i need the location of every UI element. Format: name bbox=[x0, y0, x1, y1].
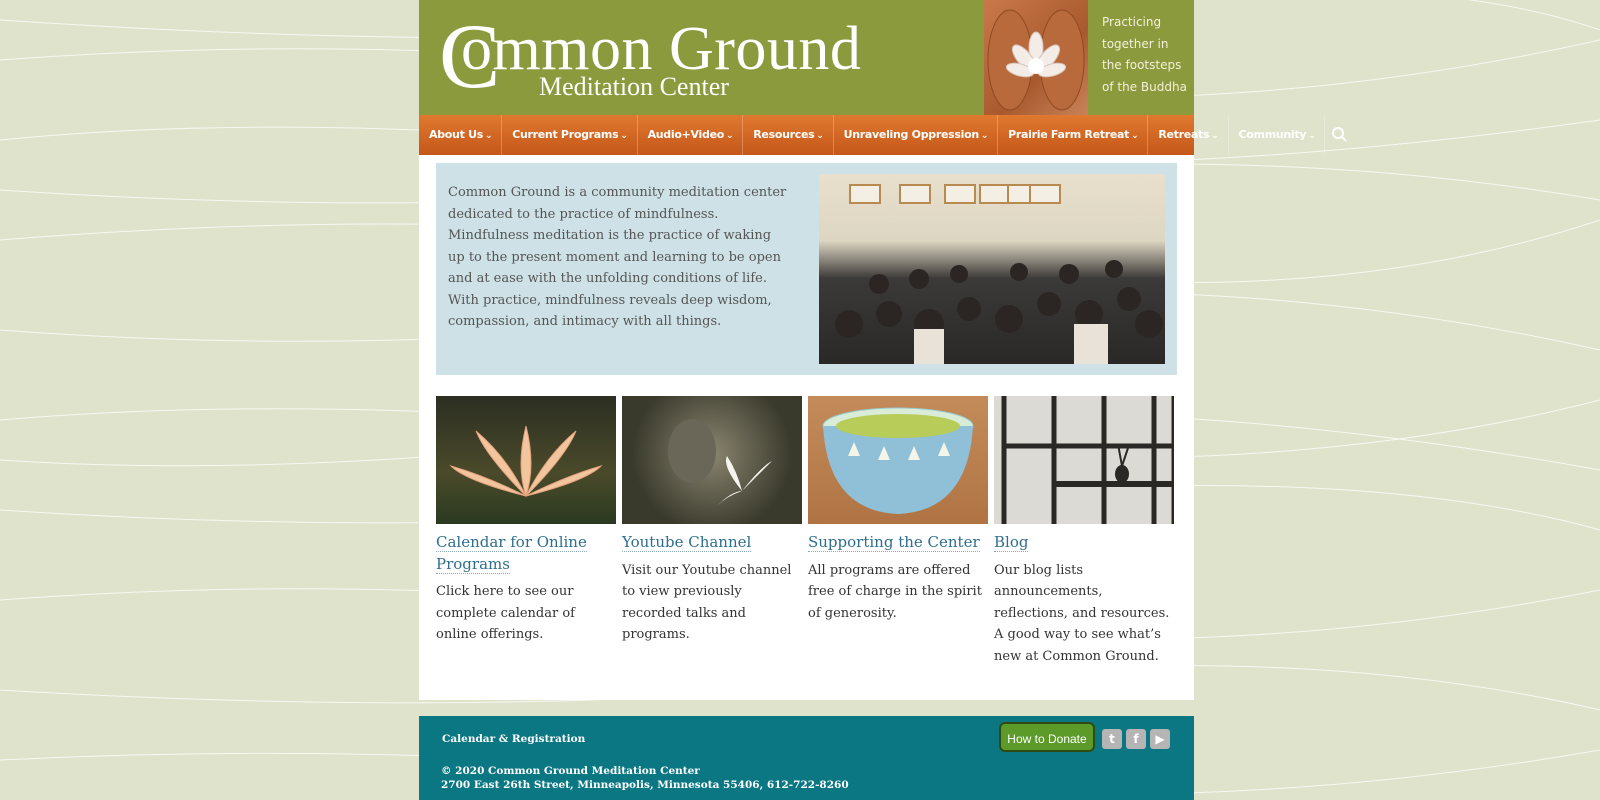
nav-item-resources[interactable]: Resources ⌄ bbox=[743, 115, 834, 155]
twitter-icon[interactable]: t bbox=[1102, 729, 1122, 749]
calendar-registration-link[interactable]: Calendar & Registration bbox=[442, 733, 585, 745]
card-description: Our blog lists announcements, reflection… bbox=[994, 562, 1170, 664]
buddha-feet-image bbox=[984, 0, 1088, 115]
nav-item-audio-video[interactable]: Audio+Video ⌄ bbox=[638, 115, 744, 155]
nav-label: Audio+Video bbox=[647, 128, 725, 141]
intro-text: Common Ground is a community meditation … bbox=[448, 185, 787, 329]
chevron-down-icon: ⌄ bbox=[816, 131, 824, 141]
chevron-down-icon: ⌄ bbox=[980, 131, 989, 141]
nav-item-current-programs[interactable]: Current Programs ⌄ bbox=[502, 115, 638, 155]
chevron-down-icon: ⌄ bbox=[1131, 131, 1139, 141]
audience-illustration bbox=[835, 260, 1163, 364]
card-youtube: Youtube Channel Visit our Youtube channe… bbox=[622, 396, 802, 646]
nav-label: Resources bbox=[753, 128, 815, 141]
page-container: C ommon Ground Meditation Center Practic… bbox=[419, 0, 1348, 800]
nav-item-retreats[interactable]: Retreats ⌄ bbox=[1148, 115, 1229, 155]
card-supporting: Supporting the Center All programs are o… bbox=[808, 396, 988, 624]
tagline-line: of the Buddha bbox=[1102, 79, 1187, 94]
tagline-line: together in bbox=[1102, 36, 1169, 51]
card-title-link[interactable]: Supporting the Center bbox=[808, 533, 980, 552]
card-title-link[interactable]: Calendar for Online Programs bbox=[436, 533, 587, 574]
site-logo[interactable]: C ommon Ground Meditation Center bbox=[439, 10, 889, 104]
nav-item-about-us[interactable]: About Us ⌄ bbox=[419, 115, 503, 155]
window-icon bbox=[994, 396, 1174, 524]
nav-label: Community bbox=[1238, 128, 1307, 141]
lotus-icon bbox=[987, 9, 1085, 111]
site-header: C ommon Ground Meditation Center Practic… bbox=[419, 0, 1194, 115]
bowl-icon bbox=[822, 407, 974, 514]
donate-button[interactable]: How to Donate bbox=[999, 722, 1095, 752]
card-description: Click here to see our complete calendar … bbox=[436, 584, 575, 642]
nav-label: Retreats bbox=[1158, 128, 1210, 141]
intro-panel: Common Ground is a community meditation … bbox=[436, 163, 1177, 375]
logo-title: ommon Ground bbox=[461, 15, 862, 83]
meditation-hall-photo bbox=[819, 174, 1165, 364]
chevron-down-icon: ⌄ bbox=[726, 131, 734, 141]
facebook-icon[interactable]: f bbox=[1126, 729, 1146, 749]
tagline-line: Practicing bbox=[1102, 15, 1162, 29]
nav-label: Current Programs bbox=[512, 128, 619, 141]
nav-item-prairie-farm-retreat[interactable]: Prairie Farm Retreat ⌄ bbox=[998, 115, 1149, 155]
card-description: Visit our Youtube channel to view previo… bbox=[622, 562, 792, 643]
nav-label: Unraveling Oppression bbox=[843, 128, 980, 141]
card-title-link[interactable]: Youtube Channel bbox=[622, 533, 752, 552]
chevron-down-icon: ⌄ bbox=[1211, 131, 1219, 141]
card-description: All programs are offered free of charge … bbox=[808, 562, 982, 621]
chevron-down-icon: ⌄ bbox=[1308, 131, 1316, 141]
card-blog: Blog Our blog lists announcements, refle… bbox=[994, 396, 1174, 667]
logo-subtitle: Meditation Center bbox=[539, 72, 729, 101]
search-button[interactable] bbox=[1325, 115, 1351, 155]
copyright-text: © 2020 Common Ground Meditation Center bbox=[441, 765, 700, 777]
bowl-image[interactable] bbox=[808, 396, 988, 524]
nav-item-community[interactable]: Community ⌄ bbox=[1229, 115, 1326, 155]
site-footer: Calendar & Registration How to Donate t … bbox=[419, 716, 1194, 800]
tagline: Practicing together in the footsteps of … bbox=[1102, 12, 1192, 98]
chevron-down-icon: ⌄ bbox=[484, 131, 493, 141]
chevron-down-icon: ⌄ bbox=[620, 131, 628, 141]
card-title-link[interactable]: Blog bbox=[994, 533, 1029, 552]
address-text: 2700 East 26th Street, Minneapolis, Minn… bbox=[441, 779, 849, 791]
nav-label: Prairie Farm Retreat bbox=[1008, 128, 1130, 141]
lotus-icon bbox=[449, 425, 603, 498]
buddha-lily-icon bbox=[668, 419, 772, 506]
main-nav: About Us ⌄ Current Programs ⌄ Audio+Video ⌄… bbox=[419, 115, 1348, 155]
card-calendar: Calendar for Online Programs Click here … bbox=[436, 396, 616, 646]
window-vase-image[interactable] bbox=[994, 396, 1174, 524]
nav-label: About Us bbox=[429, 128, 483, 141]
buddha-statue-image[interactable] bbox=[622, 396, 802, 524]
youtube-icon[interactable]: ▶ bbox=[1150, 729, 1170, 749]
lotus-flower-image[interactable] bbox=[436, 396, 616, 524]
footer-copyright: © 2020 Common Ground Meditation Center 2… bbox=[441, 764, 849, 792]
tagline-line: the footsteps bbox=[1102, 58, 1182, 72]
search-icon bbox=[1332, 127, 1348, 142]
main-content: Common Ground is a community meditation … bbox=[419, 155, 1194, 700]
nav-item-unraveling-oppression[interactable]: Unraveling Oppression ⌄ bbox=[834, 115, 999, 155]
